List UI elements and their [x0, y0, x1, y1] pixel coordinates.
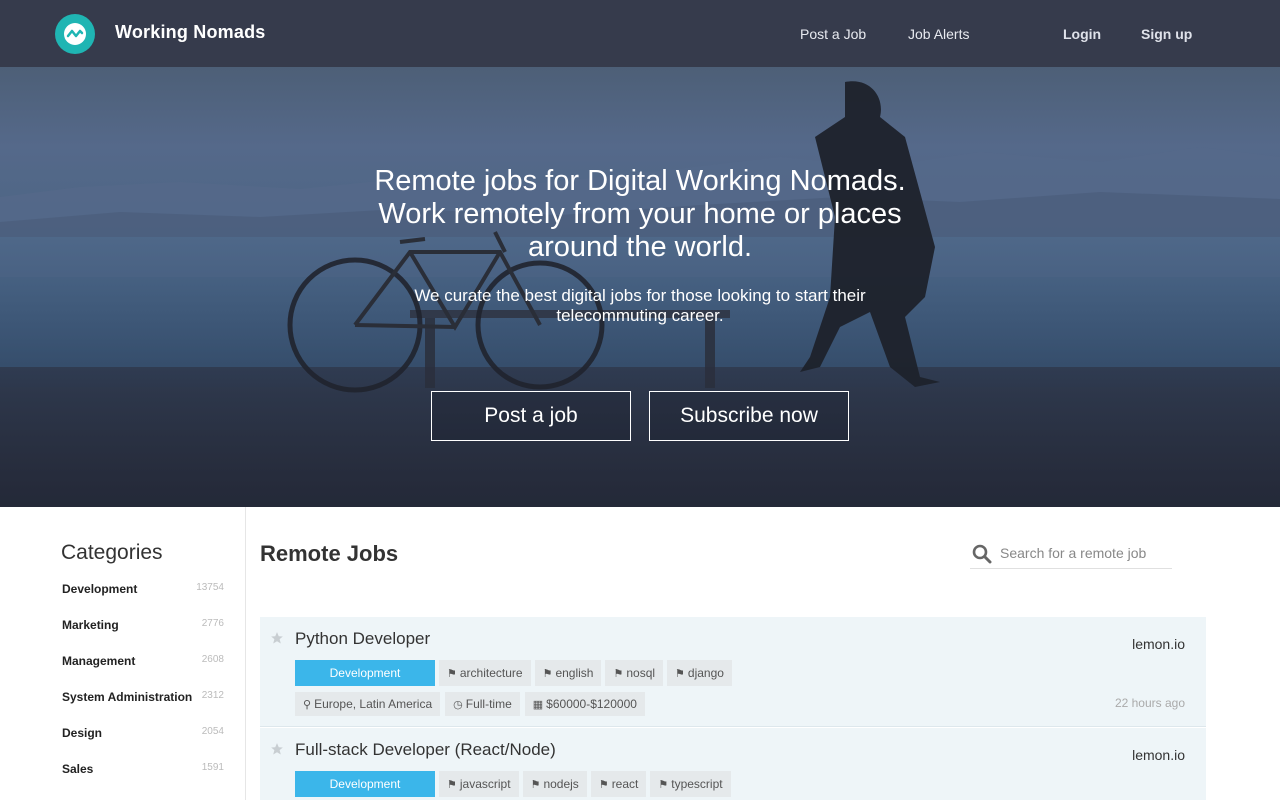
job-title[interactable]: Python Developer — [295, 629, 430, 649]
job-category-pill[interactable]: Development — [295, 771, 435, 797]
job-location: ⚲ Europe, Latin America — [295, 692, 441, 716]
search-box — [970, 540, 1172, 569]
job-tag[interactable]: ⚑ architecture — [439, 660, 531, 686]
tags-icon: ⚑ — [530, 779, 541, 791]
category-name: Sales — [62, 762, 94, 776]
job-company[interactable]: lemon.io — [1132, 747, 1185, 763]
category-count: 2054 — [201, 726, 224, 737]
category-item-sales[interactable]: Sales 1591 — [62, 759, 224, 779]
job-listing[interactable]: Full-stack Developer (React/Node) lemon.… — [260, 728, 1206, 800]
category-count: 2776 — [201, 618, 224, 629]
job-type: ◷ Full-time — [445, 692, 520, 716]
category-item-development[interactable]: Development 13754 — [62, 579, 224, 599]
category-item-marketing[interactable]: Marketing 2776 — [62, 615, 224, 635]
category-count: 2608 — [201, 654, 224, 665]
category-name: Design — [62, 726, 103, 740]
category-count: 2312 — [201, 690, 224, 701]
category-count: 13754 — [196, 582, 224, 593]
job-tag[interactable]: ⚑ django — [667, 660, 732, 686]
hero-banner: Remote jobs for Digital Working Nomads. … — [0, 67, 1280, 507]
hero-subtitle: We curate the best digital jobs for thos… — [414, 286, 866, 325]
remote-jobs-title: Remote Jobs — [260, 541, 399, 566]
job-tag[interactable]: ⚑ english — [534, 660, 602, 686]
job-tags: ⚑ architecture ⚑ english ⚑ nosql ⚑ django — [439, 660, 732, 686]
job-tags: ⚑ javascript ⚑ nodejs ⚑ react ⚑ typescript — [439, 771, 731, 797]
category-name: Management — [62, 654, 136, 668]
categories-title: Categories — [61, 541, 163, 564]
top-navbar: Working Nomads Post a Job Job Alerts Log… — [0, 0, 1280, 67]
tags-icon: ⚑ — [598, 779, 609, 791]
brand-name[interactable]: Working Nomads — [115, 22, 265, 43]
job-salary: ▦ $60000-$120000 — [524, 692, 645, 716]
nav-post-job[interactable]: Post a Job — [800, 26, 866, 42]
map-marker-icon: ⚲ — [303, 699, 312, 711]
category-item-design[interactable]: Design 2054 — [62, 723, 224, 743]
category-item-system-administration[interactable]: System Administration 2312 — [62, 687, 224, 707]
job-tag[interactable]: ⚑ nosql — [605, 660, 664, 686]
hero-title: Remote jobs for Digital Working Nomads. … — [374, 165, 906, 263]
star-icon[interactable] — [270, 742, 284, 756]
job-category-pill[interactable]: Development — [295, 660, 435, 686]
star-icon[interactable] — [270, 631, 284, 645]
money-icon: ▦ — [532, 699, 544, 711]
category-name: Marketing — [62, 618, 119, 632]
trend-wave-icon — [64, 23, 86, 45]
tags-icon: ⚑ — [658, 779, 669, 791]
tags-icon: ⚑ — [613, 668, 624, 680]
tags-icon: ⚑ — [447, 668, 457, 680]
nav-signup[interactable]: Sign up — [1141, 26, 1192, 42]
subscribe-button[interactable]: Subscribe now — [649, 391, 849, 441]
search-icon — [972, 544, 992, 564]
category-name: Development — [62, 582, 138, 596]
tags-icon: ⚑ — [447, 779, 457, 791]
search-input[interactable] — [1000, 542, 1170, 564]
job-meta: ⚲ Europe, Latin America ◷ Full-time ▦ $6000… — [295, 692, 645, 716]
job-tag[interactable]: ⚑ react — [590, 771, 647, 797]
job-age: 22 hours ago — [1114, 696, 1185, 710]
logo[interactable] — [55, 14, 95, 54]
job-listing[interactable]: Python Developer lemon.io Development ⚑ a… — [260, 617, 1206, 727]
category-count: 1591 — [201, 762, 224, 773]
job-tag[interactable]: ⚑ javascript — [439, 771, 519, 797]
tags-icon: ⚑ — [542, 668, 553, 680]
categories-sidebar: Categories Development 13754 Marketing 2… — [0, 507, 246, 800]
category-name: System Administration — [62, 690, 193, 704]
job-title[interactable]: Full-stack Developer (React/Node) — [295, 740, 556, 760]
clock-icon: ◷ — [453, 699, 463, 711]
job-company[interactable]: lemon.io — [1132, 636, 1185, 652]
nav-login[interactable]: Login — [1063, 26, 1101, 42]
job-tag[interactable]: ⚑ nodejs — [522, 771, 587, 797]
job-tag[interactable]: ⚑ typescript — [650, 771, 731, 797]
category-item-management[interactable]: Management 2608 — [62, 651, 224, 671]
tags-icon: ⚑ — [675, 668, 685, 680]
nav-job-alerts[interactable]: Job Alerts — [908, 26, 969, 42]
post-job-button[interactable]: Post a job — [431, 391, 631, 441]
